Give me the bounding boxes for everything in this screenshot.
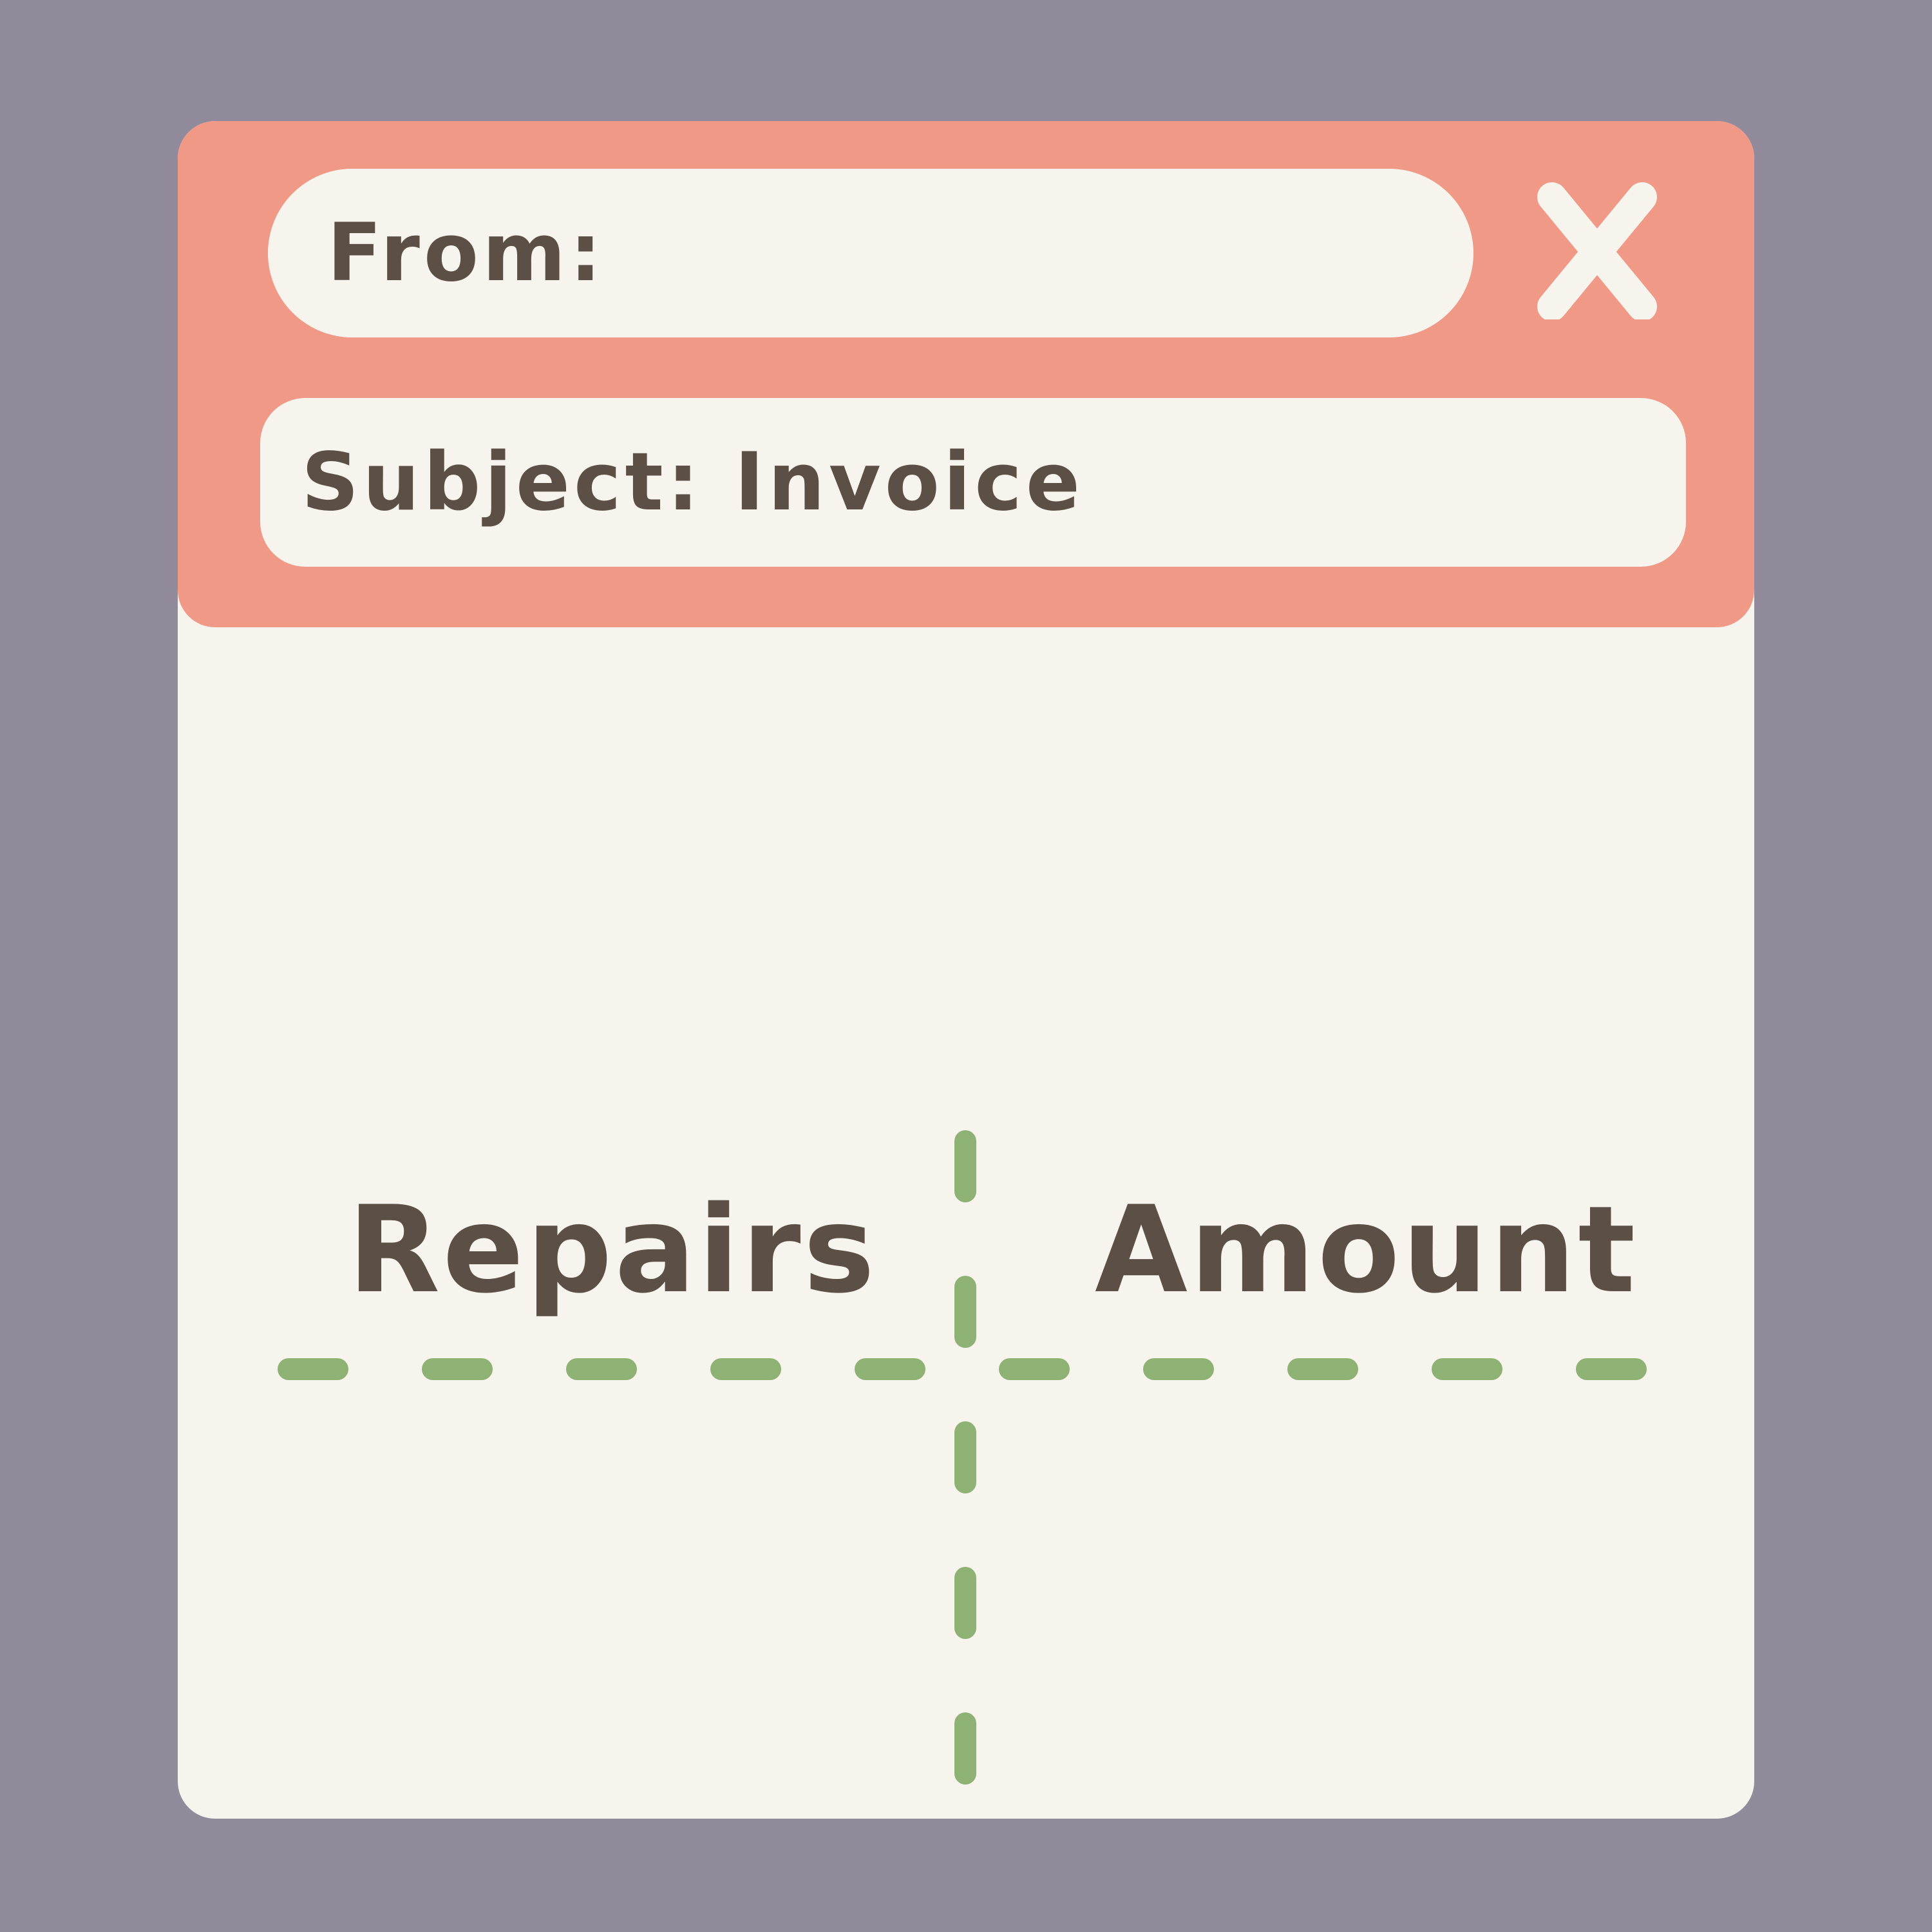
column-header-amount: Amount <box>1095 1180 1638 1320</box>
column-header-repairs: Repairs <box>348 1180 878 1320</box>
table-grid <box>278 1130 1654 1788</box>
invoice-table: Repairs Amount <box>178 121 1754 1819</box>
email-window: From: Subject: Invoice Repairs Amount <box>178 121 1754 1819</box>
